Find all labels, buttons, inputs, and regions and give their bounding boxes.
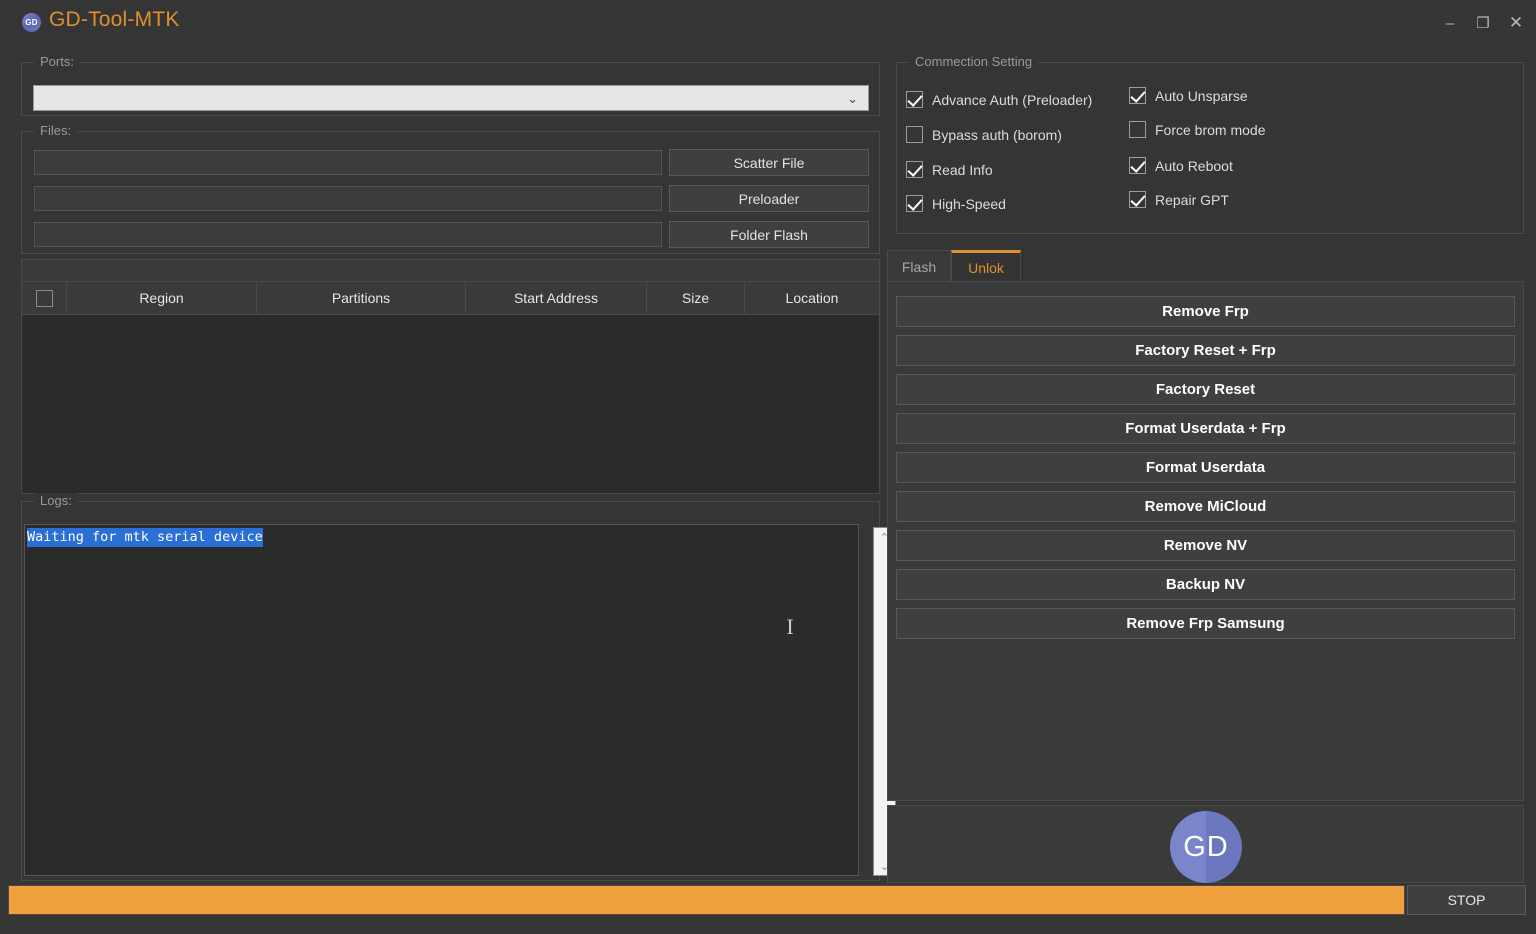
gd-logo-icon: GD — [1170, 811, 1242, 883]
title-bar: GD GD-Tool-MTK – ❐ ✕ — [0, 0, 1536, 46]
checkbox-read-info-box[interactable] — [906, 161, 923, 178]
table-select-all-cell[interactable] — [22, 282, 67, 314]
backup-nv-button[interactable]: Backup NV — [896, 569, 1515, 600]
logs-textarea[interactable]: Waiting for mtk serial device I — [24, 524, 859, 876]
progress-bar-fill — [9, 886, 1404, 914]
column-header-partitions[interactable]: Partitions — [257, 282, 466, 314]
select-all-checkbox[interactable] — [35, 289, 53, 307]
checkbox-repair-gpt-label: Repair GPT — [1155, 191, 1229, 208]
checkbox-force-brom-mode[interactable]: Force brom mode — [1129, 121, 1265, 138]
ports-group: Ports: ⌄ — [21, 54, 880, 116]
chevron-down-icon: ⌄ — [847, 91, 858, 106]
checkbox-repair-gpt-box[interactable] — [1129, 191, 1146, 208]
table-header-row: Region Partitions Start Address Size Loc… — [22, 282, 879, 315]
maximize-icon[interactable]: ❐ — [1470, 12, 1496, 34]
connection-setting-group: Commection Setting Advance Auth (Preload… — [896, 54, 1524, 234]
factory-reset-button[interactable]: Factory Reset — [896, 374, 1515, 405]
table-body[interactable] — [22, 315, 879, 493]
format-userdata-frp-button[interactable]: Format Userdata + Frp — [896, 413, 1515, 444]
checkbox-read-info-label: Read Info — [932, 161, 993, 178]
checkbox-auto-reboot[interactable]: Auto Reboot — [1129, 157, 1233, 174]
logs-legend: Logs: — [34, 493, 78, 508]
table-toolbar-strip — [22, 260, 879, 282]
remove-frp-button[interactable]: Remove Frp — [896, 296, 1515, 327]
checkbox-advance-auth-label: Advance Auth (Preloader) — [932, 91, 1093, 108]
preloader-button[interactable]: Preloader — [669, 185, 869, 212]
checkbox-repair-gpt[interactable]: Repair GPT — [1129, 191, 1229, 208]
format-userdata-button[interactable]: Format Userdata — [896, 452, 1515, 483]
column-header-region[interactable]: Region — [67, 282, 257, 314]
app-logo-icon: GD — [22, 13, 41, 32]
logo-area: GD — [887, 805, 1524, 883]
factory-reset-frp-button[interactable]: Factory Reset + Frp — [896, 335, 1515, 366]
remove-nv-button[interactable]: Remove NV — [896, 530, 1515, 561]
checkbox-high-speed-box[interactable] — [906, 195, 923, 212]
app-title: GD-Tool-MTK — [49, 8, 180, 31]
folder-flash-input[interactable] — [34, 222, 662, 247]
stop-button[interactable]: STOP — [1407, 885, 1526, 915]
connection-setting-legend: Commection Setting — [909, 54, 1039, 69]
checkbox-auto-reboot-box[interactable] — [1129, 157, 1146, 174]
logs-group: Logs: Waiting for mtk serial device I ⌃ … — [21, 493, 896, 881]
column-header-size[interactable]: Size — [647, 282, 745, 314]
unlock-tab-panel: Remove Frp Factory Reset + Frp Factory R… — [887, 281, 1524, 801]
tab-flash[interactable]: Flash — [887, 250, 951, 282]
checkbox-advance-auth[interactable]: Advance Auth (Preloader) — [906, 91, 1092, 108]
checkbox-force-brom-mode-box[interactable] — [1129, 121, 1146, 138]
tab-strip: Flash Unlok — [887, 250, 1524, 282]
ports-select[interactable]: ⌄ — [33, 85, 869, 111]
checkbox-bypass-auth-label: Bypass auth (borom) — [932, 126, 1062, 143]
remove-micloud-button[interactable]: Remove MiCloud — [896, 491, 1515, 522]
column-header-location[interactable]: Location — [745, 282, 879, 314]
folder-flash-button[interactable]: Folder Flash — [669, 221, 869, 248]
checkbox-bypass-auth-box[interactable] — [906, 126, 923, 143]
progress-bar — [8, 885, 1405, 915]
files-legend: Files: — [34, 123, 78, 138]
checkbox-auto-unsparse-label: Auto Unsparse — [1155, 87, 1248, 104]
checkbox-bypass-auth[interactable]: Bypass auth (borom) — [906, 126, 1062, 143]
checkbox-read-info[interactable]: Read Info — [906, 161, 993, 178]
ports-legend: Ports: — [34, 54, 80, 69]
checkbox-auto-unsparse-box[interactable] — [1129, 87, 1146, 104]
tab-unlok[interactable]: Unlok — [951, 250, 1021, 282]
checkbox-advance-auth-box[interactable] — [906, 91, 923, 108]
log-line: Waiting for mtk serial device — [27, 528, 263, 547]
text-cursor-icon: I — [786, 614, 794, 639]
partition-table: Region Partitions Start Address Size Loc… — [21, 259, 880, 494]
preloader-file-input[interactable] — [34, 186, 662, 211]
remove-frp-samsung-button[interactable]: Remove Frp Samsung — [896, 608, 1515, 639]
checkbox-force-brom-mode-label: Force brom mode — [1155, 121, 1266, 138]
checkbox-high-speed-label: High-Speed — [932, 195, 1006, 212]
checkbox-auto-unsparse[interactable]: Auto Unsparse — [1129, 87, 1248, 104]
column-header-start-address[interactable]: Start Address — [466, 282, 647, 314]
minimize-icon[interactable]: – — [1437, 12, 1463, 34]
close-icon[interactable]: ✕ — [1503, 12, 1529, 34]
tab-strip-filler — [1021, 250, 1524, 282]
scatter-file-input[interactable] — [34, 150, 662, 175]
checkbox-auto-reboot-label: Auto Reboot — [1155, 157, 1233, 174]
scatter-file-button[interactable]: Scatter File — [669, 149, 869, 176]
files-group: Files: Scatter File Preloader Folder Fla… — [21, 123, 880, 254]
checkbox-high-speed[interactable]: High-Speed — [906, 195, 1006, 212]
